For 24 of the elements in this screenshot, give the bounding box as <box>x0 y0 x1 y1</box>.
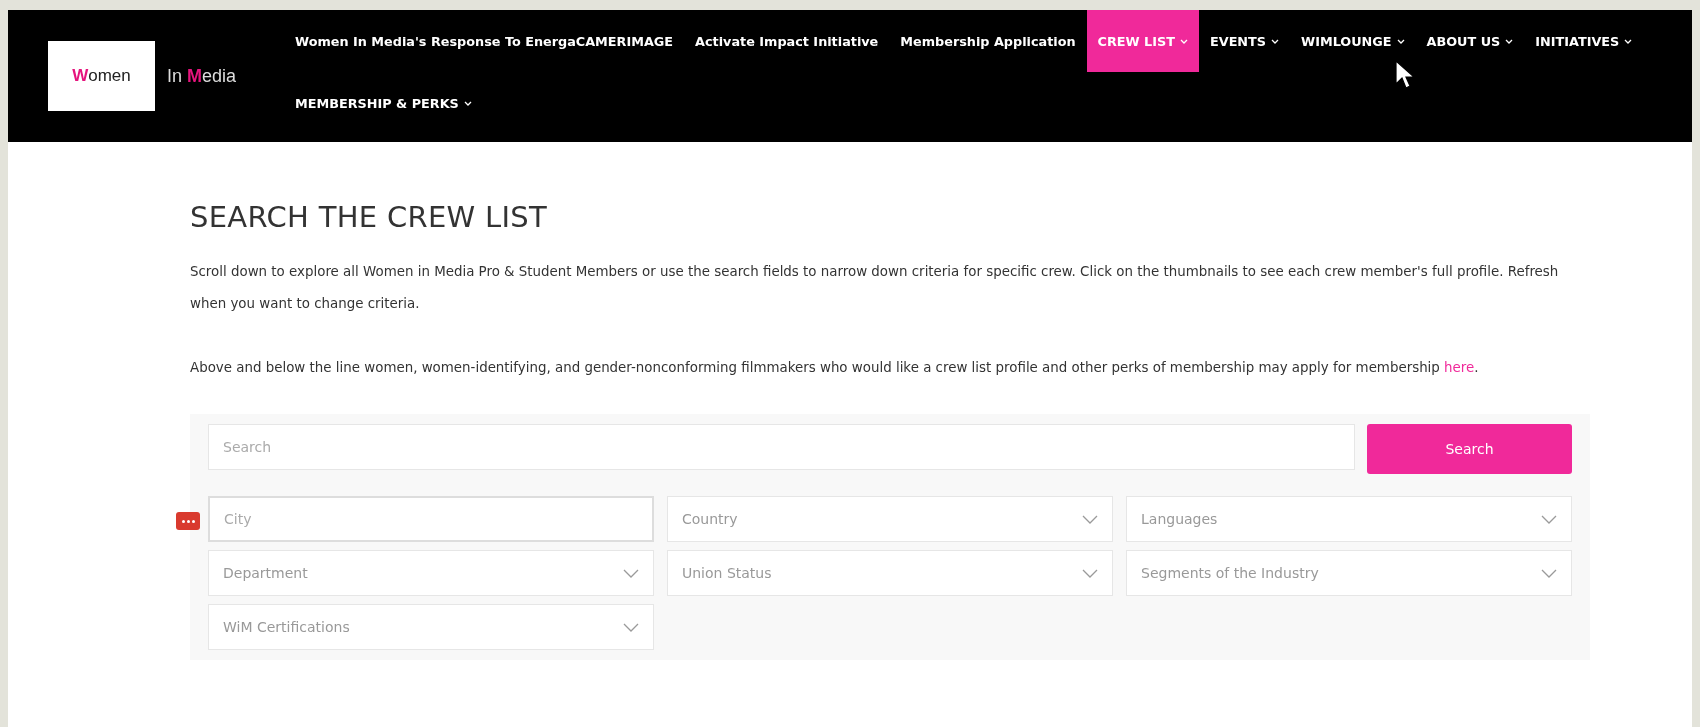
nav-link[interactable]: CREW LIST <box>1086 10 1199 72</box>
chevron-icon <box>1541 568 1557 578</box>
intro-paragraph: Scroll down to explore all Women in Media Pro & Student Members or use the search fields to narrow down criteria for specific crew. Click on the thumbnails to see each crew member's full profile. Refresh when you want to change criteria. <box>190 263 1560 313</box>
nav-link[interactable]: ABOUT US <box>1415 10 1525 72</box>
chevron-icon <box>1541 514 1557 524</box>
nav-link[interactable]: Activate Impact Initiative <box>684 10 890 72</box>
nav-link[interactable]: Membership Application <box>889 10 1087 72</box>
nav-link[interactable]: EVENTS <box>1199 10 1291 72</box>
page-heading: SEARCH THE CREW LIST <box>190 200 549 234</box>
chevron-icon <box>623 568 639 578</box>
chevron-icon <box>1082 514 1098 524</box>
more-icon[interactable] <box>176 512 200 530</box>
chevron-icon <box>1082 568 1098 578</box>
search-button[interactable]: Search <box>1367 424 1572 474</box>
nav-link[interactable]: Women In Media's Response To EnergaCAMERIMAGE <box>284 10 685 72</box>
nav-link[interactable]: MEMBERSHIP & PERKS <box>284 72 483 134</box>
intro-paragraph: Above and below the line women, women-identifying, and gender-nonconforming filmmakers who would like a crew list profile and other perks of membership may apply for membership here. <box>190 359 1480 377</box>
nav-link[interactable]: INITIATIVES <box>1524 10 1644 72</box>
city-field[interactable]: City <box>208 496 654 542</box>
logo-text[interactable]: In Media <box>167 65 237 87</box>
nav-link[interactable]: WIMLOUNGE <box>1290 10 1416 72</box>
logo[interactable]: Women <box>48 41 155 111</box>
search-field[interactable]: Search <box>208 424 1355 470</box>
chevron-icon <box>623 622 639 632</box>
